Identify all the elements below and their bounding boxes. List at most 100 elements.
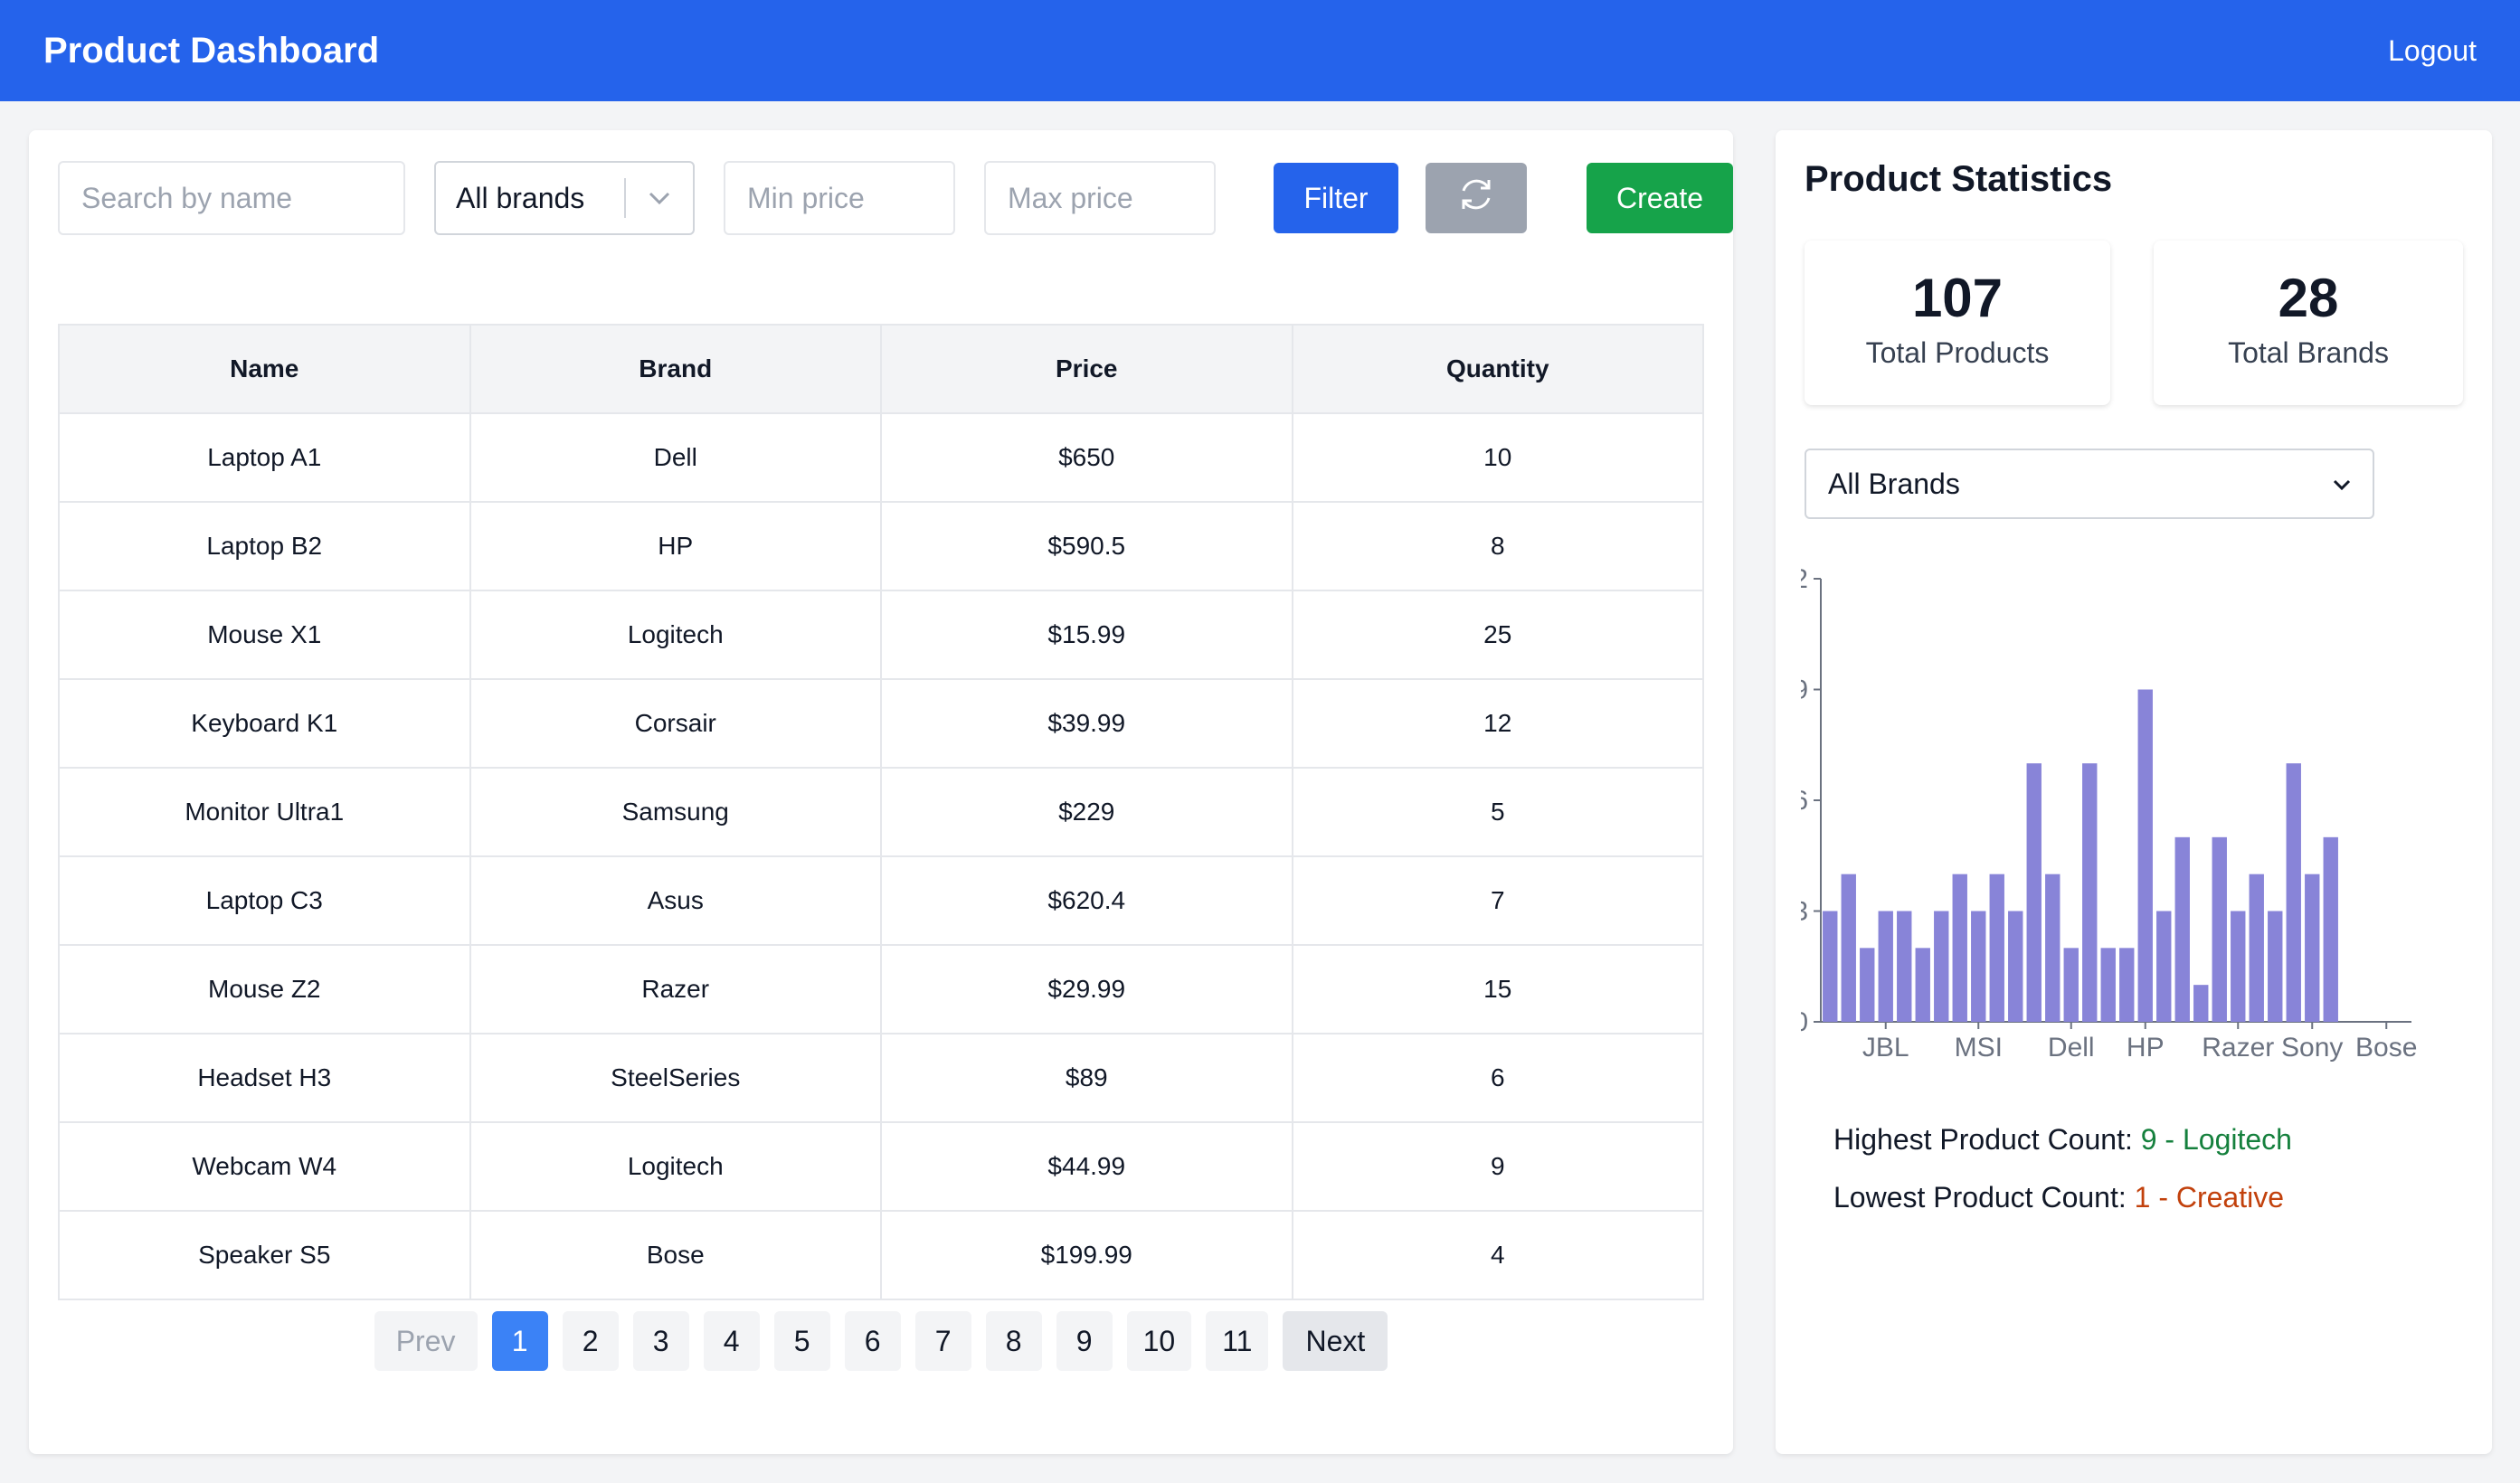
bar xyxy=(1934,911,1949,1022)
column-header-price[interactable]: Price xyxy=(880,324,1293,414)
cell-name: Speaker S5 xyxy=(58,1210,471,1300)
page-button-7[interactable]: 7 xyxy=(914,1311,971,1371)
page-button-11[interactable]: 11 xyxy=(1206,1311,1269,1371)
cell-brand: HP xyxy=(469,501,882,591)
cell-brand: Logitech xyxy=(469,1121,882,1212)
pagination: Prev 1 2 3 4 5 6 7 8 9 10 11 Next xyxy=(29,1311,1733,1371)
bar xyxy=(1915,948,1930,1022)
cell-quantity: 25 xyxy=(1291,590,1704,680)
bar xyxy=(1952,874,1967,1022)
column-header-quantity[interactable]: Quantity xyxy=(1291,324,1704,414)
cell-brand: Razer xyxy=(469,944,882,1034)
cell-quantity: 6 xyxy=(1291,1033,1704,1123)
page-button-3[interactable]: 3 xyxy=(632,1311,689,1371)
cell-price: $229 xyxy=(880,767,1293,857)
table-row[interactable]: Laptop A1 Dell $650 10 xyxy=(58,412,1704,503)
x-tick-label: Dell xyxy=(2048,1033,2095,1062)
cell-name: Keyboard K1 xyxy=(58,678,471,769)
cell-price: $39.99 xyxy=(880,678,1293,769)
table-row[interactable]: Mouse Z2 Razer $29.99 15 xyxy=(58,944,1704,1034)
products-table: Name Brand Price Quantity Laptop A1 Dell… xyxy=(58,324,1704,1300)
page-button-6[interactable]: 6 xyxy=(844,1311,901,1371)
statistics-title: Product Statistics xyxy=(1805,159,2113,199)
page-button-2[interactable]: 2 xyxy=(562,1311,619,1371)
bar xyxy=(2286,763,2301,1022)
lowest-count-line: Lowest Product Count: 1 - Creative xyxy=(1833,1181,2284,1214)
search-input[interactable] xyxy=(58,161,405,235)
x-tick-label: JBL xyxy=(1862,1033,1909,1062)
table-row[interactable]: Headset H3 SteelSeries $89 6 xyxy=(58,1033,1704,1123)
bar xyxy=(1878,911,1893,1022)
max-price-input[interactable] xyxy=(984,161,1216,235)
table-row[interactable]: Keyboard K1 Corsair $39.99 12 xyxy=(58,678,1704,769)
brand-bar-chart: 0 3 6 9 12 JBL MSI Dell HP RazerSony Bose xyxy=(1801,564,2417,1062)
prev-page-button[interactable]: Prev xyxy=(374,1311,478,1371)
page-button-4[interactable]: 4 xyxy=(703,1311,760,1371)
table-row[interactable]: Monitor Ultra1 Samsung $229 5 xyxy=(58,767,1704,857)
total-products-label: Total Products xyxy=(1865,336,2050,369)
cell-name: Mouse X1 xyxy=(58,590,471,680)
cell-price: $590.5 xyxy=(880,501,1293,591)
cell-quantity: 12 xyxy=(1291,678,1704,769)
page-button-1[interactable]: 1 xyxy=(491,1311,548,1371)
cell-quantity: 4 xyxy=(1291,1210,1704,1300)
cell-name: Laptop A1 xyxy=(58,412,471,503)
y-tick-label: 12 xyxy=(1801,564,1808,594)
bar xyxy=(2100,948,2116,1022)
brand-select[interactable]: All brands xyxy=(434,161,695,235)
cell-brand: SteelSeries xyxy=(469,1033,882,1123)
cell-brand: Samsung xyxy=(469,767,882,857)
table-row[interactable]: Laptop B2 HP $590.5 8 xyxy=(58,501,1704,591)
bar xyxy=(2026,763,2042,1022)
next-page-button[interactable]: Next xyxy=(1283,1311,1388,1371)
cell-price: $620.4 xyxy=(880,855,1293,946)
page-button-5[interactable]: 5 xyxy=(773,1311,830,1371)
highest-count-value: 9 - Logitech xyxy=(2140,1123,2292,1156)
table-row[interactable]: Mouse X1 Logitech $15.99 25 xyxy=(58,590,1704,680)
table-header: Name Brand Price Quantity xyxy=(58,324,1704,414)
statistics-panel: Product Statistics 107 Total Products 28… xyxy=(1776,130,2492,1454)
highest-count-line: Highest Product Count: 9 - Logitech xyxy=(1833,1123,2292,1157)
total-brands-card: 28 Total Brands xyxy=(2154,241,2463,405)
column-header-name[interactable]: Name xyxy=(58,324,471,414)
table-row[interactable]: Webcam W4 Logitech $44.99 9 xyxy=(58,1121,1704,1212)
cell-quantity: 15 xyxy=(1291,944,1704,1034)
x-tick-label: HP xyxy=(2127,1033,2165,1062)
page-button-9[interactable]: 9 xyxy=(1056,1311,1113,1371)
products-panel: All brands Filter Create Name xyxy=(29,130,1733,1454)
chart-brand-select-value: All Brands xyxy=(1828,467,1960,500)
logout-button[interactable]: Logout xyxy=(2388,34,2477,68)
cell-name: Laptop B2 xyxy=(58,501,471,591)
bar xyxy=(1860,948,1875,1022)
min-price-input[interactable] xyxy=(724,161,955,235)
table-row[interactable]: Speaker S5 Bose $199.99 4 xyxy=(58,1210,1704,1300)
filter-button[interactable]: Filter xyxy=(1274,163,1398,233)
bar xyxy=(2045,874,2061,1022)
chart-brand-select[interactable]: All Brands xyxy=(1805,449,2374,519)
y-tick-label: 6 xyxy=(1801,786,1808,816)
bar xyxy=(2137,689,2153,1022)
x-tick-label: Razer xyxy=(2202,1033,2274,1062)
cell-name: Monitor Ultra1 xyxy=(58,767,471,857)
column-header-brand[interactable]: Brand xyxy=(469,324,882,414)
y-tick-label: 9 xyxy=(1801,675,1808,705)
table-row[interactable]: Laptop C3 Asus $620.4 7 xyxy=(58,855,1704,946)
bar xyxy=(2268,911,2283,1022)
y-tick-label: 3 xyxy=(1801,897,1808,927)
cell-price: $15.99 xyxy=(880,590,1293,680)
x-tick-label: MSI xyxy=(1955,1033,2003,1062)
x-tick-label: Sony xyxy=(2281,1033,2343,1062)
highest-count-label: Highest Product Count: xyxy=(1833,1123,2133,1156)
total-products-value: 107 xyxy=(1911,268,2004,328)
bar xyxy=(2156,911,2172,1022)
refresh-button[interactable] xyxy=(1426,163,1527,233)
chevron-down-icon[interactable] xyxy=(626,191,693,205)
bar xyxy=(2193,985,2209,1022)
cell-quantity: 5 xyxy=(1291,767,1704,857)
create-button[interactable]: Create xyxy=(1587,163,1733,233)
total-brands-value: 28 xyxy=(2278,268,2339,328)
page-button-8[interactable]: 8 xyxy=(985,1311,1042,1371)
cell-quantity: 9 xyxy=(1291,1121,1704,1212)
page-button-10[interactable]: 10 xyxy=(1126,1311,1192,1371)
bar xyxy=(1897,911,1912,1022)
